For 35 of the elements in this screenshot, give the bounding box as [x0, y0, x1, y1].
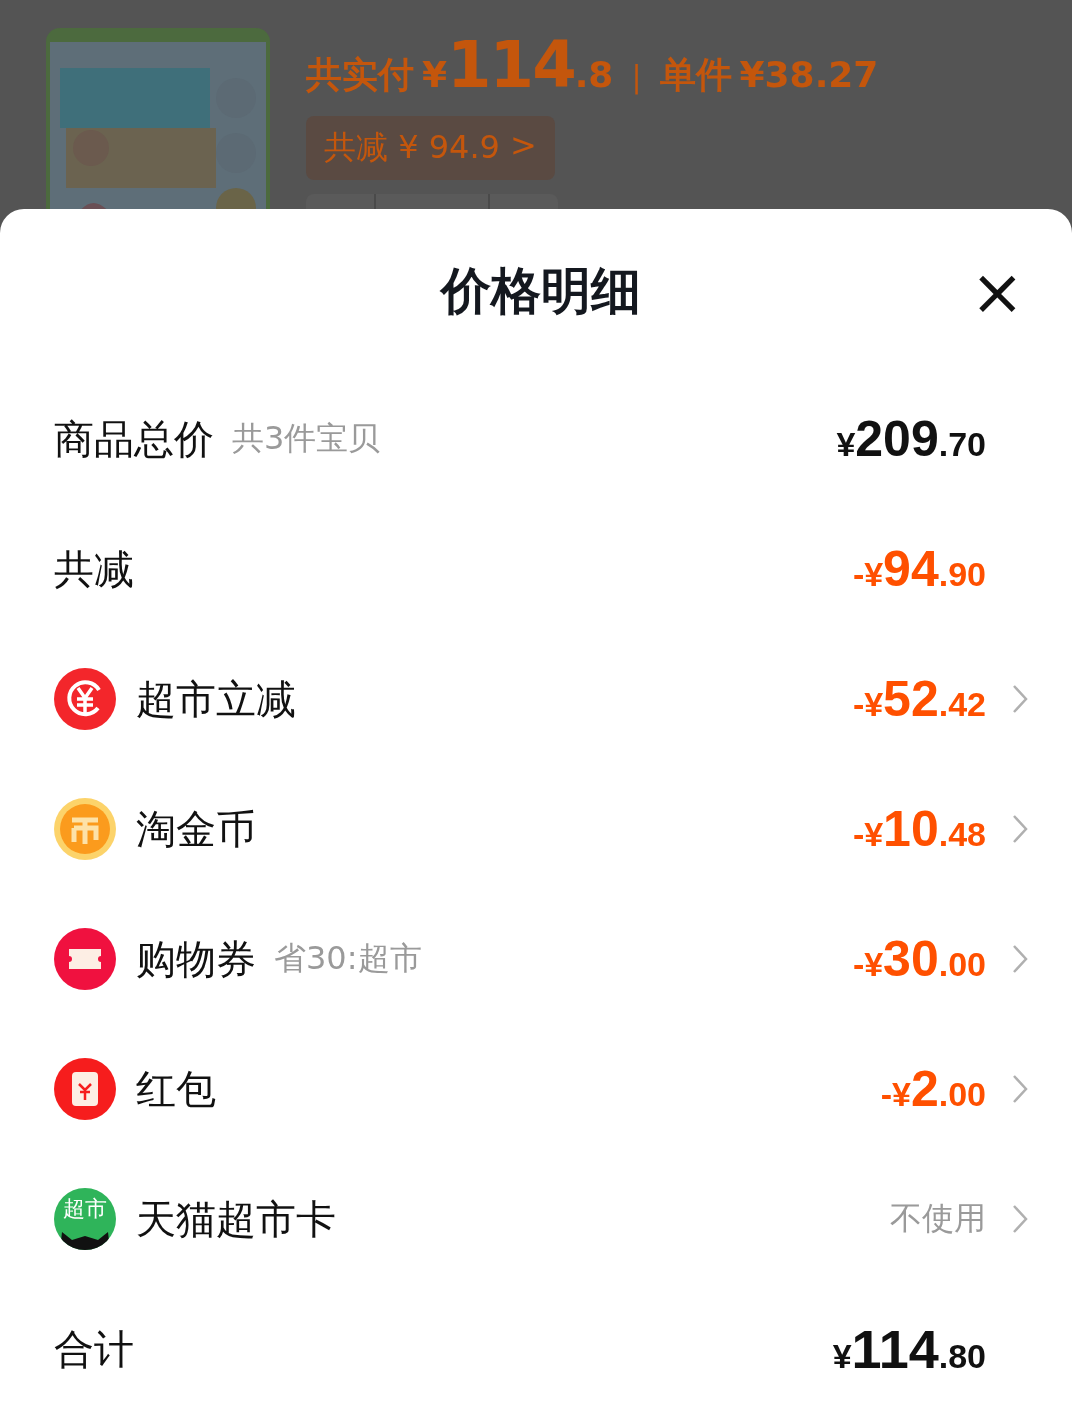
row-amount: -¥2.00 [880, 1060, 986, 1118]
row-amount: -¥10.48 [852, 800, 986, 858]
row-label: 合计 [54, 1324, 134, 1374]
chevron-icon[interactable] [1012, 1074, 1028, 1104]
separator: | [631, 59, 642, 94]
row-amount: -¥94.90 [852, 540, 986, 598]
unit-label: 单件 [659, 53, 732, 97]
unit-price: ¥38.27 [739, 54, 879, 95]
row-label: 商品总价 [54, 414, 214, 464]
chevron-icon[interactable] [1012, 814, 1028, 844]
paid-price: ¥114.8 [422, 28, 614, 102]
chevron-icon[interactable] [1012, 944, 1028, 974]
row-label: 天猫超市卡 [136, 1194, 336, 1244]
close-button[interactable]: × [966, 267, 1028, 317]
row-amount: ¥209.70 [836, 410, 986, 468]
supermarket-card-icon: 超市 [54, 1188, 116, 1250]
row-status: 不使用 [890, 1198, 986, 1239]
row-note: 省30:超市 [274, 938, 422, 979]
row-note: 共3件宝贝 [232, 418, 381, 459]
envelope-icon [54, 1058, 116, 1120]
chevron-icon[interactable] [1012, 1204, 1028, 1234]
row-amount: ¥114.80 [832, 1318, 986, 1380]
row-amount: -¥30.00 [852, 930, 986, 988]
row-label: 超市立减 [136, 674, 296, 724]
row-label: 红包 [136, 1064, 216, 1114]
row-label: 淘金币 [136, 804, 256, 854]
sheet-title: 价格明细 [441, 261, 641, 322]
yen-icon [54, 668, 116, 730]
coin-icon [54, 798, 116, 860]
paid-label: 共实付 [306, 53, 414, 97]
row-amount: -¥52.42 [852, 670, 986, 728]
chevron-icon[interactable] [1012, 684, 1028, 714]
row-label: 共减 [54, 544, 134, 594]
row-label: 购物券 [136, 934, 256, 984]
ticket-icon [54, 928, 116, 990]
